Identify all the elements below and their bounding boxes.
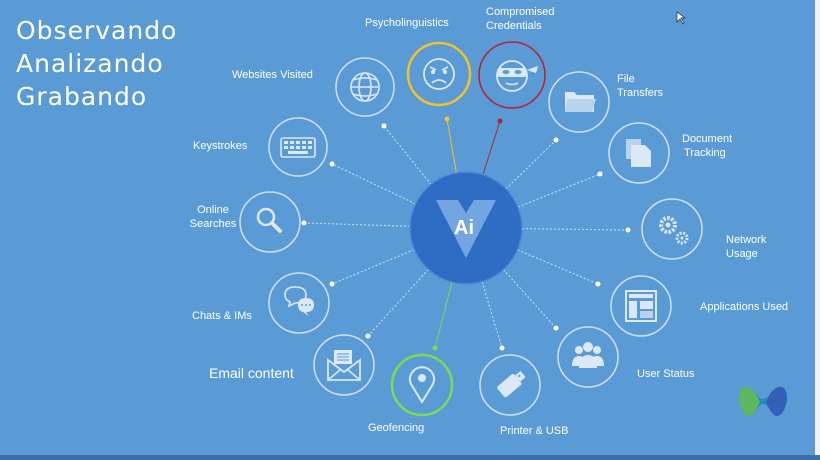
heading: Observando Analizando Grabando bbox=[16, 14, 177, 113]
usb-stick-icon bbox=[497, 371, 526, 398]
label-email-content: Email content bbox=[209, 365, 294, 381]
document-tracking-node bbox=[608, 122, 670, 184]
label-chats-ims: Chats & IMs bbox=[192, 310, 252, 322]
magnifier-icon bbox=[256, 207, 282, 233]
folder-icon bbox=[565, 92, 596, 112]
label-document-line-1: Document bbox=[682, 133, 733, 145]
document-icon bbox=[626, 139, 651, 167]
heading-line-2: Analizando bbox=[16, 49, 164, 78]
label-network-line-2: Usage bbox=[726, 248, 758, 260]
label-online-line-2: Searches bbox=[189, 218, 237, 230]
label-network-usage: Network Usage bbox=[726, 233, 766, 261]
ai-hub-text: Ai bbox=[454, 217, 474, 239]
online-searches-node bbox=[239, 191, 301, 253]
label-keystrokes: Keystrokes bbox=[193, 140, 248, 152]
label-file-line-1: File bbox=[617, 73, 635, 85]
printer-usb-node bbox=[479, 354, 541, 416]
psycholinguistics-dot bbox=[444, 116, 450, 122]
gears-icon bbox=[659, 216, 689, 245]
envelope-icon bbox=[327, 350, 361, 381]
label-websites-visited: Websites Visited bbox=[232, 69, 313, 81]
ai-hub: Ai bbox=[409, 171, 523, 285]
compromised-dot bbox=[497, 118, 503, 124]
slide: Ai Observando Analizando Grabando Psycho… bbox=[0, 0, 820, 460]
label-file-line-2: Transfers bbox=[617, 87, 664, 99]
heading-line-3: Grabando bbox=[16, 82, 148, 111]
webex-logo-icon bbox=[739, 386, 787, 416]
label-printer-usb: Printer & USB bbox=[500, 425, 569, 437]
chats-node bbox=[268, 272, 330, 334]
psycholinguistics-node bbox=[406, 41, 472, 107]
label-network-line-1: Network bbox=[726, 234, 767, 246]
application-window-icon bbox=[625, 290, 657, 322]
geofencing-node bbox=[390, 353, 454, 417]
keystrokes-node bbox=[268, 117, 328, 177]
label-user-status: User Status bbox=[637, 368, 695, 380]
label-compromised-credentials: Compromised Credentials bbox=[486, 5, 554, 33]
keyboard-icon bbox=[280, 137, 316, 158]
applications-used-node bbox=[610, 275, 672, 337]
label-applications-used: Applications Used bbox=[700, 301, 789, 313]
network-usage-node bbox=[641, 198, 703, 260]
mouse-cursor-icon bbox=[676, 11, 687, 25]
file-transfers-node bbox=[548, 71, 610, 133]
label-document-line-2: Tracking bbox=[684, 147, 726, 159]
geofencing-dot bbox=[432, 345, 438, 351]
compromised-credentials-node bbox=[478, 41, 546, 109]
globe-icon bbox=[350, 72, 380, 102]
label-compromised-line-2: Credentials bbox=[486, 20, 542, 32]
right-edge-strip bbox=[815, 0, 820, 460]
label-psycholinguistics: Psycholinguistics bbox=[365, 17, 449, 29]
bottom-bar bbox=[0, 455, 820, 460]
label-online-line-1: Online bbox=[197, 204, 229, 216]
users-group-icon bbox=[572, 342, 604, 368]
user-status-node bbox=[557, 326, 619, 388]
label-document-tracking: Document Tracking bbox=[682, 132, 732, 160]
chat-bubbles-icon bbox=[284, 286, 314, 316]
label-geofencing: Geofencing bbox=[368, 422, 425, 434]
email-content-node bbox=[313, 334, 375, 396]
label-online-searches: Online Searches bbox=[184, 203, 242, 231]
websites-visited-node bbox=[335, 57, 395, 117]
label-compromised-line-1: Compromised bbox=[486, 6, 555, 18]
label-file-transfers: File Transfers bbox=[617, 72, 663, 100]
heading-line-1: Observando bbox=[16, 16, 178, 45]
